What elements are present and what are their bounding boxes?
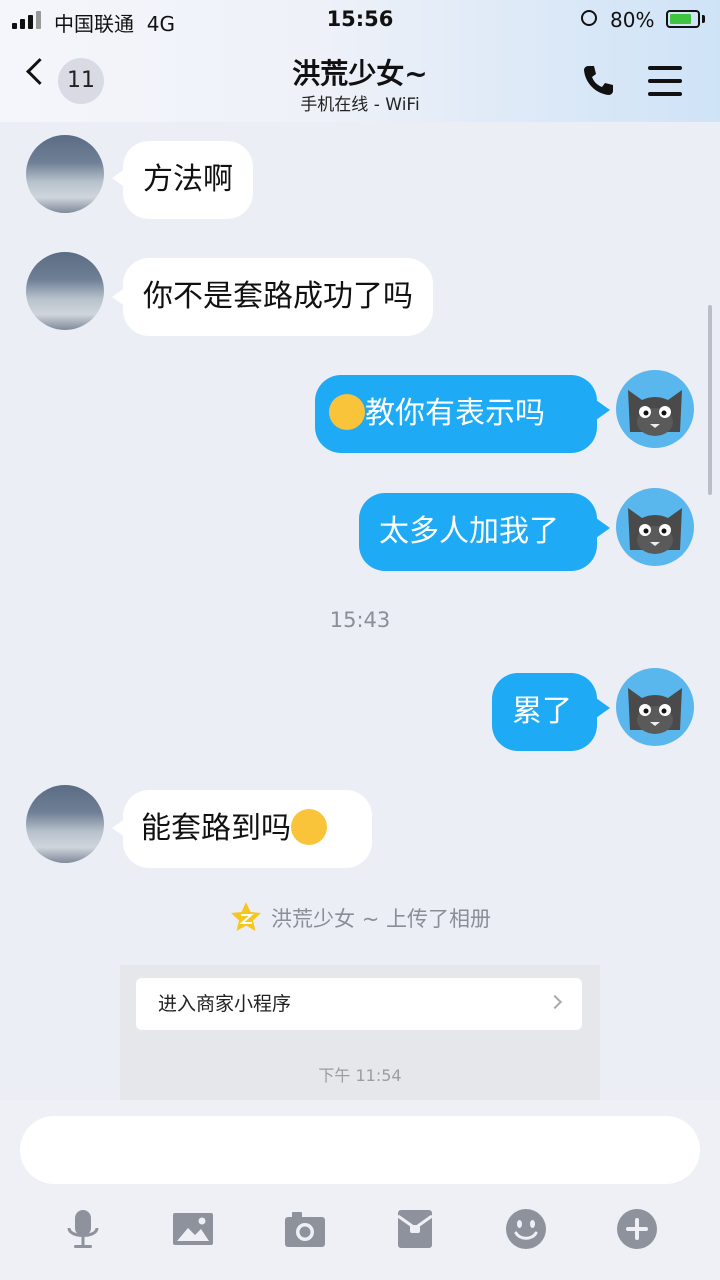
- red-packet-icon[interactable]: [394, 1208, 436, 1250]
- message-input[interactable]: [20, 1116, 700, 1184]
- cat-face-icon: [628, 688, 682, 734]
- message-bubble[interactable]: 你不是套路成功了吗: [123, 258, 433, 336]
- bubble-tail: [596, 518, 610, 538]
- camera-icon[interactable]: [284, 1208, 326, 1250]
- cat-face-icon: [628, 508, 682, 554]
- emoji-icon[interactable]: [505, 1208, 547, 1250]
- album-upload-notice[interactable]: 洪荒少女 ~ 上传了相册: [0, 902, 720, 934]
- phone-call-icon[interactable]: [580, 62, 616, 98]
- cat-face-icon: [628, 390, 682, 436]
- plus-icon[interactable]: [616, 1208, 658, 1250]
- contact-avatar[interactable]: [26, 785, 104, 863]
- my-avatar[interactable]: [616, 488, 694, 566]
- tears-of-joy-emoji-icon: [291, 808, 327, 845]
- message-bubble[interactable]: 方法啊: [123, 141, 253, 219]
- battery-percent: 80%: [610, 8, 655, 32]
- message-bubble[interactable]: 太多人加我了: [359, 493, 597, 571]
- menu-icon[interactable]: [648, 66, 682, 96]
- microphone-icon[interactable]: [62, 1208, 104, 1250]
- chevron-right-icon: [547, 994, 563, 1010]
- bubble-tail: [596, 400, 610, 420]
- link-label: 进入商家小程序: [158, 993, 292, 1015]
- bubble-tail: [596, 698, 610, 718]
- message-bubble[interactable]: 累了: [492, 673, 597, 751]
- my-avatar[interactable]: [616, 370, 694, 448]
- notice-text: 洪荒少女 ~ 上传了相册: [271, 907, 491, 931]
- message-bubble[interactable]: 教你有表示吗: [315, 375, 597, 453]
- my-avatar[interactable]: [616, 668, 694, 746]
- card-timestamp: 下午 11:54: [318, 1066, 402, 1085]
- orientation-lock-icon: [581, 10, 597, 26]
- enter-mini-program-link[interactable]: 进入商家小程序: [136, 978, 582, 1030]
- qzone-star-icon: [231, 902, 262, 931]
- battery-cap: [702, 15, 705, 23]
- status-bar: 中国联通 4G 15:56 80%: [0, 0, 720, 40]
- battery-level: [670, 14, 691, 24]
- message-text: 教你有表示吗: [365, 396, 545, 431]
- message-text: 能套路到吗: [141, 811, 291, 846]
- spitting-emoji-icon: [329, 393, 365, 430]
- scrollbar[interactable]: [708, 305, 712, 495]
- image-icon[interactable]: [172, 1208, 214, 1250]
- contact-avatar[interactable]: [26, 135, 104, 213]
- battery-icon: [666, 10, 700, 28]
- message-timestamp: 15:43: [329, 608, 391, 632]
- contact-avatar[interactable]: [26, 252, 104, 330]
- message-bubble[interactable]: 能套路到吗: [123, 790, 372, 868]
